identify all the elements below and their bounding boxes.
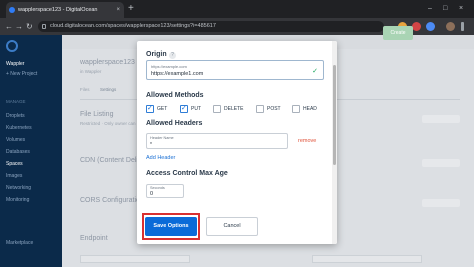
extension-icon[interactable] (426, 22, 435, 31)
seconds-label: Seconds (150, 186, 165, 190)
method-get[interactable]: GET (146, 104, 176, 114)
save-options-button[interactable]: Save Options (145, 217, 197, 236)
allowed-methods-heading: Allowed Methods (146, 92, 204, 99)
sidebar-item-monitoring[interactable]: Monitoring (6, 197, 29, 203)
close-window-icon[interactable]: × (459, 2, 463, 16)
browser-tab[interactable]: wapplerspace123 - DigitalOcean × (6, 2, 124, 18)
checkbox-put[interactable] (180, 104, 188, 113)
minimize-icon[interactable]: – (428, 2, 432, 16)
help-icon[interactable]: ? (169, 52, 176, 59)
endpoint-field (80, 255, 190, 263)
header-name-input[interactable]: Header Name * (146, 133, 288, 149)
sidebar-item-databases[interactable]: Databases (6, 149, 30, 155)
tab-close-icon[interactable]: × (116, 2, 120, 18)
profile-avatar[interactable] (446, 22, 455, 31)
method-head[interactable]: HEAD (292, 105, 326, 114)
extension-icon[interactable] (412, 22, 421, 31)
sidebar-section-label: MANAGE (6, 99, 26, 104)
sidebar-item-volumes[interactable]: Volumes (6, 137, 25, 143)
tab-files[interactable]: Files (80, 87, 90, 92)
tab-title: wapplerspace123 - DigitalOcean (18, 7, 98, 13)
space-meta: in Wappler (80, 69, 102, 74)
lock-icon (42, 24, 46, 29)
section-title: File Listing (80, 111, 114, 118)
create-button[interactable]: Create (383, 26, 413, 40)
sidebar-item-networking[interactable]: Networking (6, 185, 31, 191)
space-name: wapplerspace123 (80, 59, 135, 66)
forward-icon[interactable]: → (15, 20, 23, 33)
method-post[interactable]: POST (256, 105, 290, 114)
cancel-button[interactable]: Cancel (206, 217, 258, 236)
digitalocean-logo-icon (6, 40, 18, 52)
section-title: Endpoint (80, 235, 108, 242)
sidebar-item-spaces[interactable]: Spaces (6, 161, 23, 167)
maximize-icon[interactable]: □ (443, 2, 447, 16)
method-label: PUT (191, 106, 201, 112)
url-text: cloud.digitalocean.com/spaces/wapplerspa… (50, 23, 216, 29)
new-tab-button[interactable]: + (128, 2, 134, 16)
sidebar-item-kubernetes[interactable]: Kubernetes (6, 125, 32, 131)
header-name-value: * (150, 142, 152, 148)
sidebar-item-marketplace[interactable]: Marketplace (6, 240, 33, 246)
origin-input[interactable]: https://example.com https://example1.com… (146, 60, 324, 80)
origin-value: https://example1.com (151, 71, 204, 77)
section-edit-button[interactable] (422, 159, 460, 167)
reload-icon[interactable]: ↻ (26, 20, 33, 33)
menu-icon[interactable] (461, 22, 464, 31)
header-name-label: Header Name (150, 136, 174, 140)
section-edit-button[interactable] (422, 115, 460, 123)
tab-settings[interactable]: Settings (100, 87, 116, 92)
method-put[interactable]: PUT (180, 104, 210, 114)
method-label: GET (157, 106, 168, 112)
modal-scrollbar[interactable] (332, 41, 337, 244)
max-age-heading: Access Control Max Age (146, 170, 228, 177)
sidebar: Wappler + New Project MANAGE Droplets Ku… (0, 35, 62, 267)
remove-header-link[interactable]: remove (298, 138, 316, 144)
add-header-link[interactable]: Add Header (146, 155, 175, 161)
origin-placeholder: https://example.com (151, 64, 187, 69)
digitalocean-favicon-icon (9, 7, 15, 13)
method-label: DELETE (224, 106, 244, 112)
valid-check-icon: ✓ (312, 68, 318, 75)
checkbox-head[interactable] (292, 105, 300, 113)
url-field[interactable]: cloud.digitalocean.com/spaces/wapplerspa… (38, 21, 384, 32)
sidebar-item-droplets[interactable]: Droplets (6, 113, 25, 119)
modal-scrollbar-thumb[interactable] (333, 65, 336, 165)
checkbox-post[interactable] (256, 105, 264, 113)
browser-tab-bar: wapplerspace123 - DigitalOcean × + – □ × (0, 0, 474, 18)
seconds-value: 0 (150, 191, 154, 197)
checkbox-get[interactable] (146, 104, 154, 113)
method-label: HEAD (303, 106, 317, 112)
sidebar-item-images[interactable]: Images (6, 173, 22, 179)
endpoint-field (312, 255, 422, 263)
method-label: POST (267, 106, 281, 112)
method-delete[interactable]: DELETE (213, 105, 253, 114)
back-icon[interactable]: ← (5, 20, 13, 33)
section-edit-button[interactable] (422, 199, 460, 207)
cors-options-modal: Origin ? https://example.com https://exa… (137, 41, 337, 244)
allowed-headers-heading: Allowed Headers (146, 120, 203, 127)
sidebar-new-project[interactable]: + New Project (6, 71, 37, 77)
sidebar-project[interactable]: Wappler (6, 61, 24, 67)
checkbox-delete[interactable] (213, 105, 221, 113)
seconds-input[interactable]: Seconds 0 (146, 184, 184, 198)
origin-heading: Origin (146, 51, 167, 58)
